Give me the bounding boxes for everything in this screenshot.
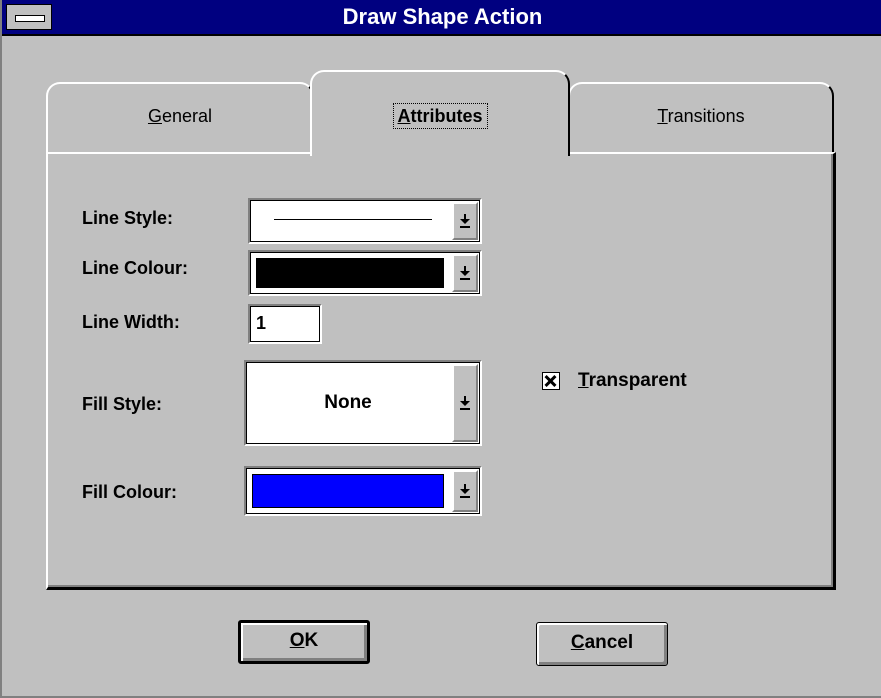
title-bar[interactable]: Draw Shape Action <box>2 0 881 36</box>
dropdown-arrow-icon[interactable] <box>452 202 478 240</box>
window-title: Draw Shape Action <box>342 4 543 29</box>
line-width-label: Line Width: <box>82 312 180 332</box>
line-style-dropdown[interactable] <box>248 198 482 244</box>
dropdown-arrow-icon[interactable] <box>452 470 478 512</box>
line-width-input[interactable]: 1 <box>248 304 322 344</box>
fill-colour-dropdown[interactable] <box>244 466 482 516</box>
line-style-label: Line Style: <box>82 208 174 228</box>
line-colour-label: Line Colour: <box>82 258 188 278</box>
tab-label: General <box>147 106 213 126</box>
tab-label: Attributes <box>392 103 488 129</box>
tab-transitions[interactable]: Transitions <box>568 82 834 154</box>
tab-general[interactable]: General <box>46 82 314 154</box>
fill-style-value: None <box>324 392 372 413</box>
ok-button[interactable]: OK <box>238 620 370 664</box>
dropdown-arrow-icon[interactable] <box>452 254 478 292</box>
line-style-sample <box>274 219 432 220</box>
fill-style-dropdown[interactable]: None <box>244 360 482 446</box>
fill-style-label: Fill Style: <box>82 394 163 414</box>
fill-colour-swatch <box>252 474 444 508</box>
tab-join <box>312 150 566 156</box>
line-colour-dropdown[interactable] <box>248 250 482 296</box>
dropdown-arrow-icon[interactable] <box>452 364 478 442</box>
line-colour-swatch <box>256 258 444 288</box>
cancel-button[interactable]: Cancel <box>536 622 668 666</box>
fill-colour-label: Fill Colour: <box>82 482 177 502</box>
tab-attributes[interactable]: Attributes <box>310 70 570 156</box>
transparent-checkbox[interactable] <box>542 372 560 390</box>
tab-label: Transitions <box>657 106 745 126</box>
dialog-window: Draw Shape Action General Transitions At… <box>0 0 881 698</box>
transparent-label[interactable]: Transparent <box>578 370 687 392</box>
